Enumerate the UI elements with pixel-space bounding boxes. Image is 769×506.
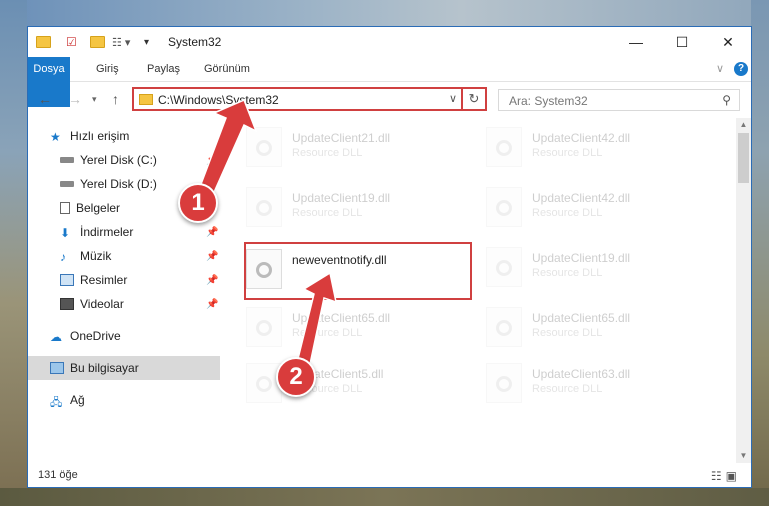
annotation-badge-1: 1 (178, 183, 218, 223)
annotation-arrows (194, 99, 337, 385)
annotation-badge-2: 2 (276, 357, 316, 397)
